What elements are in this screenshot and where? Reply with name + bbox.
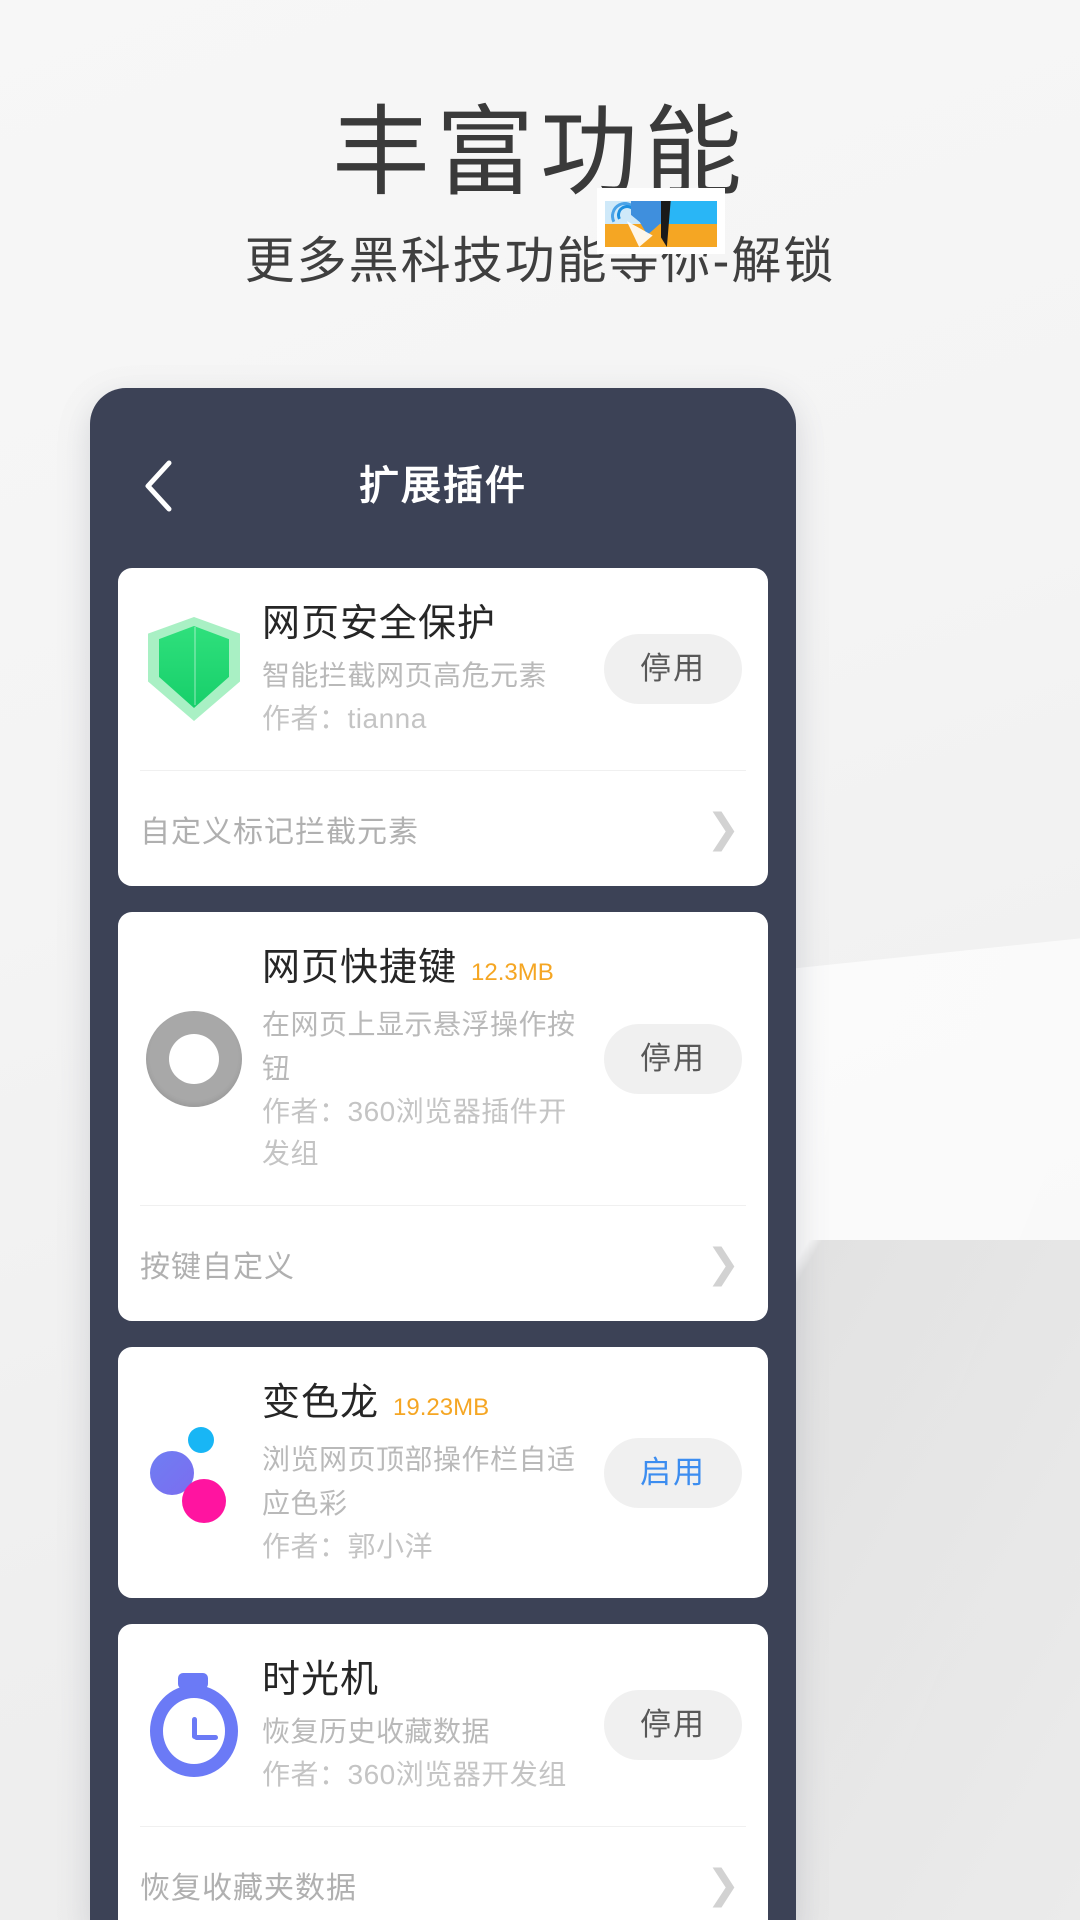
extension-size: 12.3MB <box>471 959 554 986</box>
extension-description: 浏览网页顶部操作栏自适应色彩 <box>262 1444 576 1519</box>
extension-info: 网页安全保护 智能拦截网页高危元素 作者：tianna <box>262 598 604 740</box>
extension-sub-label: 自定义标记拦截元素 <box>140 815 419 849</box>
chevron-right-icon: ❯ <box>706 806 740 851</box>
extension-card[interactable]: 网页安全保护 智能拦截网页高危元素 作者：tianna 停用 自定义标记拦截元素… <box>118 568 768 886</box>
extension-card[interactable]: 网页快捷键 12.3MB 在网页上显示悬浮操作按钮 作者：360浏览器插件开发组… <box>118 912 768 1321</box>
extension-sub-action[interactable]: 自定义标记拦截元素 ❯ <box>140 770 746 886</box>
extension-info: 变色龙 19.23MB 浏览网页顶部操作栏自适应色彩 作者：郭小洋 <box>262 1377 604 1568</box>
extension-title-row: 网页安全保护 <box>262 598 592 650</box>
extension-card-main: 网页安全保护 智能拦截网页高危元素 作者：tianna 停用 <box>118 568 768 770</box>
extension-name: 变色龙 <box>262 1382 380 1424</box>
hero-subline: 更多黑科技功能等你-解锁 <box>244 233 836 289</box>
extension-author: 作者：360浏览器插件开发组 <box>262 1096 567 1169</box>
hero-section: 丰富功能 更多黑科技功能等你-解锁 <box>0 96 1080 292</box>
extension-name: 网页快捷键 <box>262 947 458 989</box>
extension-sub-label: 按键自定义 <box>140 1250 295 1284</box>
extension-size: 19.23MB <box>393 1394 490 1421</box>
extension-description: 在网页上显示悬浮操作按钮 <box>262 1009 576 1084</box>
extension-sub-label: 恢复收藏夹数据 <box>140 1871 357 1905</box>
dots-icon <box>138 1417 250 1529</box>
extension-info: 网页快捷键 12.3MB 在网页上显示悬浮操作按钮 作者：360浏览器插件开发组 <box>262 942 604 1175</box>
extension-toggle-button[interactable]: 启用 <box>604 1437 742 1508</box>
clock-icon <box>138 1669 250 1781</box>
extension-name: 网页安全保护 <box>262 603 497 645</box>
extension-author: 作者：tianna <box>262 703 427 734</box>
phone-mockup: 扩展插件 网页安全保护 智能拦截网页高危元素 作者：tianna 停用 自定义标… <box>90 388 796 1920</box>
page-title: 扩展插件 <box>359 464 527 508</box>
extension-author: 作者：360浏览器开发组 <box>262 1759 567 1790</box>
shield-icon <box>138 613 250 725</box>
extension-description: 恢复历史收藏数据 <box>262 1716 491 1747</box>
extension-sub-action[interactable]: 按键自定义 ❯ <box>140 1205 746 1321</box>
titlebar: 扩展插件 <box>90 388 796 568</box>
hero-subline-row: 更多黑科技功能等你-解锁 <box>244 188 836 292</box>
extension-description: 智能拦截网页高危元素 <box>262 660 548 691</box>
extension-card-main: 网页快捷键 12.3MB 在网页上显示悬浮操作按钮 作者：360浏览器插件开发组… <box>118 912 768 1205</box>
extension-list: 网页安全保护 智能拦截网页高危元素 作者：tianna 停用 自定义标记拦截元素… <box>90 568 796 1920</box>
extension-card[interactable]: 时光机 恢复历史收藏数据 作者：360浏览器开发组 停用 恢复收藏夹数据 ❯ <box>118 1624 768 1920</box>
chevron-right-icon: ❯ <box>706 1241 740 1286</box>
extension-author: 作者：郭小洋 <box>262 1531 434 1562</box>
extension-sub-action[interactable]: 恢复收藏夹数据 ❯ <box>140 1826 746 1920</box>
extension-card-main: 时光机 恢复历史收藏数据 作者：360浏览器开发组 停用 <box>118 1624 768 1826</box>
chevron-right-icon: ❯ <box>706 1862 740 1907</box>
extension-toggle-button[interactable]: 停用 <box>604 634 742 704</box>
extension-info: 时光机 恢复历史收藏数据 作者：360浏览器开发组 <box>262 1654 604 1796</box>
extension-name: 时光机 <box>262 1659 380 1701</box>
ring-icon <box>138 1003 250 1115</box>
extension-title-row: 时光机 <box>262 1654 592 1706</box>
extension-title-row: 网页快捷键 12.3MB <box>262 942 592 999</box>
extension-card[interactable]: 变色龙 19.23MB 浏览网页顶部操作栏自适应色彩 作者：郭小洋 启用 <box>118 1347 768 1598</box>
pasted-image-artifact-inner <box>604 201 717 247</box>
extension-toggle-button[interactable]: 停用 <box>604 1023 742 1094</box>
extension-title-row: 变色龙 19.23MB <box>262 1377 592 1434</box>
pasted-image-artifact <box>596 188 725 254</box>
extension-toggle-button[interactable]: 停用 <box>604 1690 742 1760</box>
extension-card-main: 变色龙 19.23MB 浏览网页顶部操作栏自适应色彩 作者：郭小洋 启用 <box>118 1347 768 1598</box>
hero-headline: 丰富功能 <box>331 97 748 207</box>
